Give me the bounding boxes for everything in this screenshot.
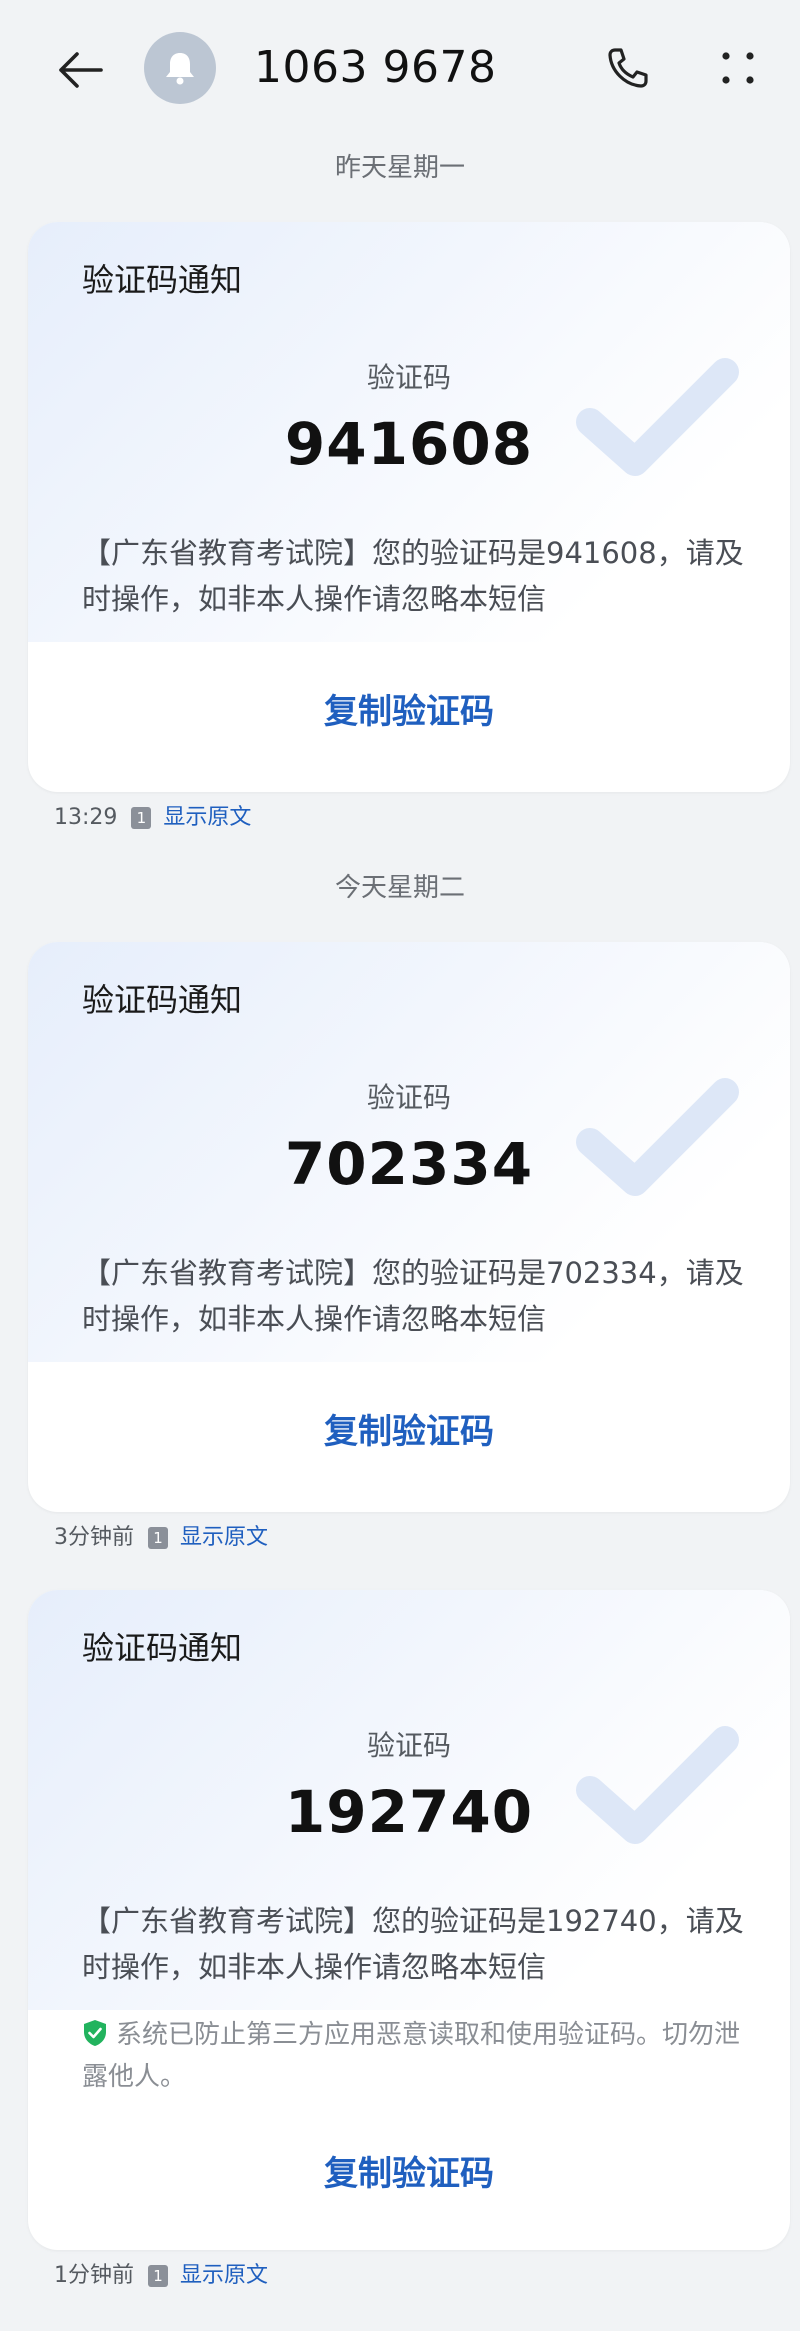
show-original-link[interactable]: 显示原文 <box>180 1522 268 1554</box>
copy-code-button[interactable]: 复制验证码 <box>28 688 790 736</box>
message-card[interactable]: 验证码通知 验证码 192740 【广东省教育考试院】您的验证码是192740，… <box>28 1590 790 2250</box>
copy-code-button[interactable]: 复制验证码 <box>28 1408 790 1456</box>
show-original-link[interactable]: 显示原文 <box>163 802 251 834</box>
date-separator: 今天星期二 <box>334 873 465 903</box>
security-note: 系统已防止第三方应用恶意读取和使用验证码。切勿泄露他人。 <box>82 2014 742 2098</box>
more-options-button[interactable] <box>706 36 770 100</box>
sim-card-icon: 1 <box>131 807 152 829</box>
code-label: 验证码 <box>366 1081 451 1114</box>
copy-code-button[interactable]: 复制验证码 <box>28 2150 790 2198</box>
message-card[interactable]: 验证码通知 验证码 702334 【广东省教育考试院】您的验证码是702334，… <box>28 942 790 1512</box>
card-title: 验证码通知 <box>82 981 243 1019</box>
message-body[interactable]: 【广东省教育考试院】您的验证码是941608，请及时操作，如非本人操作请忽略本短… <box>82 530 752 622</box>
verification-code[interactable]: 941608 <box>28 404 790 484</box>
verification-code[interactable]: 702334 <box>28 1124 790 1204</box>
sim-card-icon: 1 <box>148 2265 168 2287</box>
message-body[interactable]: 【广东省教育考试院】您的验证码是192740，请及时操作，如非本人操作请忽略本短… <box>82 1898 752 1990</box>
avatar[interactable] <box>144 32 216 104</box>
code-label: 验证码 <box>366 361 451 394</box>
more-vertical-icon <box>722 52 754 84</box>
phone-icon <box>608 48 648 88</box>
contact-number: 1063 9678 <box>254 42 497 93</box>
message-meta: 3分钟前 1 显示原文 <box>54 1522 268 1554</box>
message-meta: 13:29 1 显示原文 <box>54 802 251 834</box>
message-meta: 1分钟前 1 显示原文 <box>54 2260 268 2292</box>
verification-code[interactable]: 192740 <box>28 1772 790 1852</box>
call-button[interactable] <box>596 36 660 100</box>
message-time: 1分钟前 <box>54 2263 134 2288</box>
bell-icon <box>166 53 194 85</box>
shield-check-icon <box>84 2020 106 2046</box>
sim-card-icon: 1 <box>148 1527 168 1549</box>
back-button[interactable] <box>48 38 112 102</box>
message-card[interactable]: 验证码通知 验证码 941608 【广东省教育考试院】您的验证码是941608，… <box>28 222 790 792</box>
card-title: 验证码通知 <box>82 261 243 299</box>
top-bar: 1063 9678 <box>0 0 800 136</box>
back-arrow-icon <box>59 52 103 88</box>
date-separator: 昨天星期一 <box>334 153 465 183</box>
code-label: 验证码 <box>366 1729 451 1762</box>
message-body[interactable]: 【广东省教育考试院】您的验证码是702334，请及时操作，如非本人操作请忽略本短… <box>82 1250 752 1342</box>
message-time: 3分钟前 <box>54 1525 134 1550</box>
security-note-text: 系统已防止第三方应用恶意读取和使用验证码。切勿泄露他人。 <box>82 2020 741 2092</box>
show-original-link[interactable]: 显示原文 <box>180 2260 268 2292</box>
message-time: 13:29 <box>54 805 118 830</box>
card-title: 验证码通知 <box>82 1629 243 1667</box>
